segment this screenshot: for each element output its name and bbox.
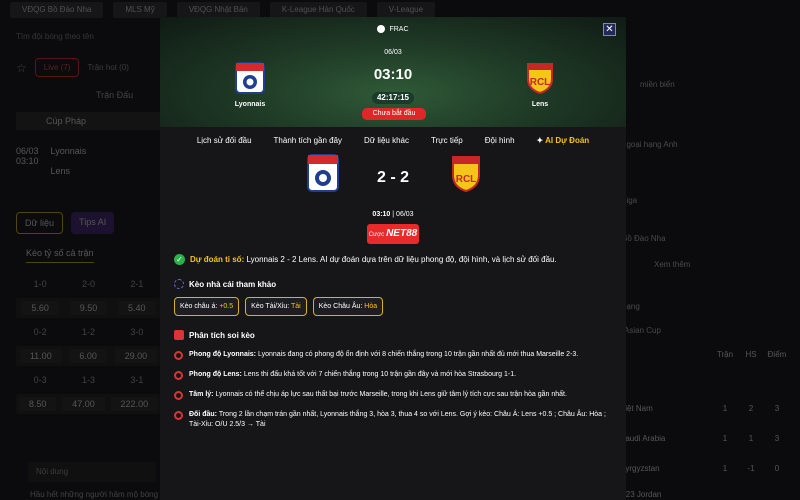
asian-cup-label: Asian Cup (624, 326, 661, 335)
net88-banner[interactable]: Cược NET88 (367, 224, 419, 244)
ai-icon: ✦ (536, 136, 546, 145)
nav-item[interactable]: K-League Hàn Quốc (269, 2, 367, 18)
away-team[interactable]: RCL Lens (520, 61, 560, 108)
standings-row: U23 Jordan (620, 490, 662, 499)
lyon-crest-icon (235, 62, 265, 94)
lens-crest-icon: RCL (527, 63, 553, 95)
filter-tabs: ☆ Live (7) Trận hot (0) (16, 58, 129, 77)
odds-section-title: Kèo nhà cái tham khảo (174, 279, 612, 289)
column-header: Trận Đấu (96, 90, 134, 100)
analysis-item: Tâm lý: Lyonnais có thể chịu áp lực sau … (174, 390, 612, 400)
target-icon (174, 351, 183, 360)
nav-item[interactable]: VĐQG Bồ Đào Nha (10, 2, 104, 18)
kickoff-info: 03:10 | 06/03 (372, 211, 414, 218)
match-header: ✕ FRAC 06/03 03:10 42:17:15 Chưa bắt đầu… (160, 17, 626, 127)
content-field[interactable]: Nội dung (28, 462, 156, 482)
league-logo-icon (377, 25, 386, 33)
away-team-name: Lens (531, 101, 549, 108)
target-icon (174, 371, 183, 380)
svg-text:RCL: RCL (530, 77, 551, 88)
match-list: Trận Đấu Cúp Pháp 06/03 03:10 Lyonnais L… (16, 90, 161, 234)
lens-crest-icon: RCL (452, 156, 480, 193)
home-team-name: Lyonnais (234, 101, 266, 108)
check-icon: ✓ (174, 254, 185, 265)
tab-head-to-head[interactable]: Lịch sử đối đầu (197, 136, 252, 153)
tab-live[interactable]: Trực tiếp (431, 136, 463, 153)
standings-row: Việt Nam 1 2 3 (620, 404, 780, 413)
tab-lineup[interactable]: Đội hình (485, 136, 515, 153)
away-name: Lens (50, 166, 71, 176)
home-name: Lyonnais (50, 146, 87, 156)
action-buttons: Dữ liệu Tips AI (16, 212, 161, 234)
side-item[interactable]: ngoại hạng Anh (622, 140, 678, 149)
tab-other-data[interactable]: Dữ liệu khác (364, 136, 409, 153)
bet-over-under[interactable]: Kèo Tài/Xỉu: Tài (245, 297, 307, 316)
nav-item[interactable]: MLS Mỹ (113, 2, 167, 18)
target-icon (174, 391, 183, 400)
analysis-section-title: Phân tích soi kèo (174, 330, 612, 340)
analysis-item: Đối đầu: Trong 2 lần chạm trán gần nhất,… (174, 410, 612, 430)
match-time: 03:10 (16, 156, 39, 166)
bet-european[interactable]: Kèo Châu Âu: Hòa (312, 297, 384, 316)
ai-prediction-modal: ✕ FRAC 06/03 03:10 42:17:15 Chưa bắt đầu… (160, 17, 626, 500)
countdown-clock: 42:17:15 (372, 92, 414, 104)
predicted-score: 2 - 2 (376, 169, 409, 186)
modal-tabs: Lịch sử đối đầu Thành tích gần đây Dữ li… (160, 127, 626, 153)
analysis-item: Phong độ Lyonnais: Lyonnais đang có phon… (174, 350, 612, 360)
side-item[interactable]: Bồ Đào Nha (622, 234, 666, 243)
nav-item[interactable]: VĐQG Nhật Bản (176, 2, 260, 18)
score-row: 2 - 2 RCL (160, 153, 626, 201)
league-row[interactable]: Cúp Pháp (16, 112, 161, 130)
side-item[interactable]: miền biển (640, 80, 675, 89)
standings-header: Trận HS Điểm (716, 350, 787, 359)
status-badge: Chưa bắt đầu (362, 108, 426, 120)
tips-ai-button[interactable]: Tips AI (71, 212, 115, 234)
match-date: 06/03 (16, 146, 39, 156)
svg-text:RCL: RCL (456, 174, 477, 185)
odds-icon (174, 279, 184, 289)
score-prediction: ✓ Dự đoán tỉ số: Lyonnais 2 - 2 Lens. AI… (174, 254, 612, 265)
tab-recent-form[interactable]: Thành tích gần đây (274, 136, 343, 153)
standings-row: Saudi Arabia 1 1 3 (620, 434, 780, 443)
hot-tab[interactable]: Trận hot (0) (87, 63, 129, 72)
nav-item[interactable]: V-League (376, 2, 436, 18)
home-team[interactable]: Lyonnais (230, 61, 270, 108)
prediction-content: ✓ Dự đoán tỉ số: Lyonnais 2 - 2 Lens. AI… (160, 254, 626, 430)
odds-tab[interactable]: Kèo tỷ số cả trận (26, 248, 94, 263)
analysis-item: Phong độ Lens: Lens thi đấu khá tốt với … (174, 370, 612, 380)
match-row[interactable]: 06/03 03:10 Lyonnais Lens (16, 146, 161, 176)
standings-row: Kyrgyzstan 1 -1 0 (620, 464, 780, 473)
bet-asian-handicap[interactable]: Kèo châu á: +0.5 (174, 297, 240, 316)
see-more-link[interactable]: Xem thêm (654, 260, 690, 269)
chart-icon (174, 330, 184, 340)
bet-chips: Kèo châu á: +0.5 Kèo Tài/Xỉu: Tài Kèo Ch… (174, 297, 612, 316)
match-date: 06/03 (384, 49, 402, 56)
tab-ai-prediction[interactable]: ✦ AI Dự Đoán (537, 136, 590, 153)
league-label: FRAC (160, 25, 626, 33)
odds-table: Kèo tỷ số cả trận 1-0 2-0 2-1 5.60 9.50 5.40… (16, 248, 161, 423)
star-icon[interactable]: ☆ (16, 61, 27, 75)
live-tab[interactable]: Live (7) (34, 58, 80, 77)
target-icon (174, 411, 183, 420)
data-button[interactable]: Dữ liệu (16, 212, 64, 234)
